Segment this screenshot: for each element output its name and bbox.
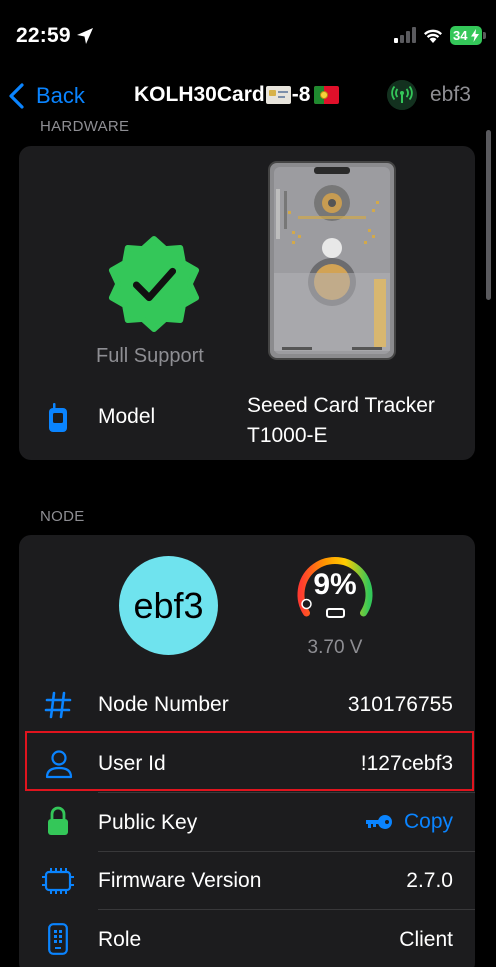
user-id-highlight (25, 731, 474, 791)
key-icon (365, 815, 392, 829)
id-card-emoji-icon (265, 86, 291, 104)
chip-icon (42, 868, 74, 894)
status-time: 22:59 (16, 24, 71, 47)
page-title: KOLH30Card -8 (134, 83, 340, 107)
node-avatar: ebf3 (119, 556, 218, 655)
battery-icon (326, 608, 345, 618)
public-key-label: Public Key (98, 811, 198, 834)
chevron-left-icon (9, 83, 24, 109)
handheld-device-icon (49, 403, 67, 432)
device-image (268, 161, 396, 360)
row-divider (98, 909, 475, 910)
scrollbar[interactable] (486, 130, 491, 300)
device-icon (48, 923, 68, 955)
copy-public-key-button[interactable]: Copy (364, 810, 453, 834)
node-number-label: Node Number (98, 693, 229, 716)
hardware-section-header: HARDWARE (40, 118, 130, 135)
navigation-bar: Back KOLH30Card -8 ebf3 (0, 72, 496, 122)
model-value-line2: T1000-E (247, 424, 328, 447)
battery-cap (483, 32, 486, 39)
role-value: Client (399, 928, 453, 951)
battery-voltage: 3.70 V (307, 637, 363, 658)
copy-label: Copy (403, 810, 453, 833)
firmware-label: Firmware Version (98, 869, 262, 892)
hash-icon (44, 691, 72, 719)
verified-badge-icon (108, 235, 200, 333)
cellular-signal-icon (394, 27, 416, 43)
node-section-header: NODE (40, 508, 85, 525)
model-value-line1: Seeed Card Tracker (247, 394, 435, 417)
role-label: Role (98, 928, 142, 951)
back-label: Back (36, 83, 85, 108)
status-bar: 22:59 34 (0, 0, 496, 72)
charging-bolt-icon (471, 29, 479, 42)
antenna-icon (387, 80, 417, 110)
back-button[interactable]: Back (8, 80, 85, 112)
support-label: Full Support (96, 345, 204, 367)
portugal-flag-icon (314, 86, 340, 104)
model-value: Seeed Card Tracker T1000-E (247, 391, 435, 451)
wifi-icon (424, 29, 442, 43)
row-divider (98, 851, 475, 852)
node-number-value: 310176755 (347, 693, 453, 716)
title-suffix: -8 (291, 83, 311, 106)
firmware-value: 2.7.0 (406, 869, 453, 892)
title-prefix: KOLH30Card (134, 83, 265, 106)
location-arrow-icon (77, 28, 93, 44)
lock-icon (48, 806, 68, 835)
battery-percent-label: 9% (313, 568, 357, 601)
node-short-name: ebf3 (430, 83, 471, 106)
battery-percent: 34 (453, 28, 468, 43)
model-label: Model (98, 405, 156, 428)
battery-indicator: 34 (450, 26, 482, 45)
row-divider (98, 792, 475, 793)
